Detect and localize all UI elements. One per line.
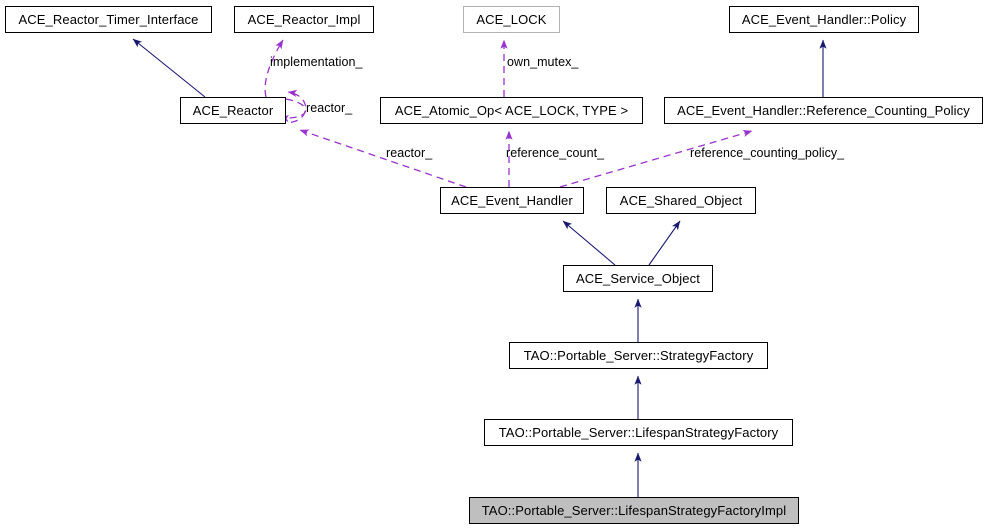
- class-node-ace-lock[interactable]: ACE_LOCK: [463, 6, 560, 33]
- class-node-label: ACE_Service_Object: [576, 271, 700, 286]
- edge-label-own-mutex: own_mutex_: [507, 55, 579, 69]
- edge-label-reactor-self: reactor_: [306, 101, 353, 115]
- edge-reactor-to-timer-interface: [132, 38, 206, 98]
- class-node-label: TAO::Portable_Server::StrategyFactory: [523, 348, 754, 363]
- class-diagram-canvas: ACE_Reactor_Timer_Interface ACE_Reactor_…: [0, 0, 987, 528]
- class-node-label: ACE_LOCK: [476, 12, 547, 27]
- class-node-ace-service-object[interactable]: ACE_Service_Object: [563, 265, 713, 292]
- class-node-label: ACE_Atomic_Op< ACE_LOCK, TYPE >: [394, 103, 629, 118]
- class-node-lifespan-strategy-factory-impl[interactable]: TAO::Portable_Server::LifespanStrategyFa…: [469, 497, 799, 524]
- class-node-label: ACE_Reactor: [192, 103, 274, 118]
- class-node-label: ACE_Event_Handler::Reference_Counting_Po…: [677, 103, 970, 118]
- class-node-ace-atomic-op[interactable]: ACE_Atomic_Op< ACE_LOCK, TYPE >: [380, 97, 643, 124]
- class-node-label: TAO::Portable_Server::LifespanStrategyFa…: [498, 425, 779, 440]
- class-node-label: ACE_Reactor_Timer_Interface: [18, 12, 199, 27]
- class-node-label: TAO::Portable_Server::LifespanStrategyFa…: [481, 503, 787, 518]
- class-node-label: ACE_Reactor_Impl: [247, 12, 361, 27]
- edge-label-reference-counting-policy: reference_counting_policy_: [690, 146, 845, 160]
- edge-label-reactor: reactor_: [386, 146, 433, 160]
- edge-label-reference-count: reference_count_: [506, 146, 605, 160]
- class-node-label: ACE_Event_Handler::Policy: [741, 12, 907, 27]
- class-node-ace-event-handler-policy[interactable]: ACE_Event_Handler::Policy: [729, 6, 919, 33]
- class-node-label: ACE_Shared_Object: [619, 193, 743, 208]
- edge-label-implementation: implementation_: [270, 55, 363, 69]
- class-node-lifespan-strategy-factory[interactable]: TAO::Portable_Server::LifespanStrategyFa…: [484, 419, 793, 446]
- class-node-reference-counting-policy[interactable]: ACE_Event_Handler::Reference_Counting_Po…: [664, 97, 983, 124]
- edge-service-object-to-shared-object: [648, 220, 681, 266]
- diagram-edge-layer: [132, 38, 827, 497]
- class-node-label: ACE_Event_Handler: [451, 193, 573, 208]
- class-node-ace-shared-object[interactable]: ACE_Shared_Object: [606, 187, 756, 214]
- class-node-strategy-factory[interactable]: TAO::Portable_Server::StrategyFactory: [509, 342, 768, 369]
- edge-service-object-to-event-handler: [562, 220, 616, 266]
- class-node-ace-reactor-timer-interface[interactable]: ACE_Reactor_Timer_Interface: [5, 6, 212, 33]
- edge-event-handler-to-reactor: [299, 129, 467, 188]
- class-node-ace-reactor[interactable]: ACE_Reactor: [180, 97, 286, 124]
- class-node-ace-event-handler[interactable]: ACE_Event_Handler: [440, 187, 584, 214]
- class-node-ace-reactor-impl[interactable]: ACE_Reactor_Impl: [234, 6, 374, 33]
